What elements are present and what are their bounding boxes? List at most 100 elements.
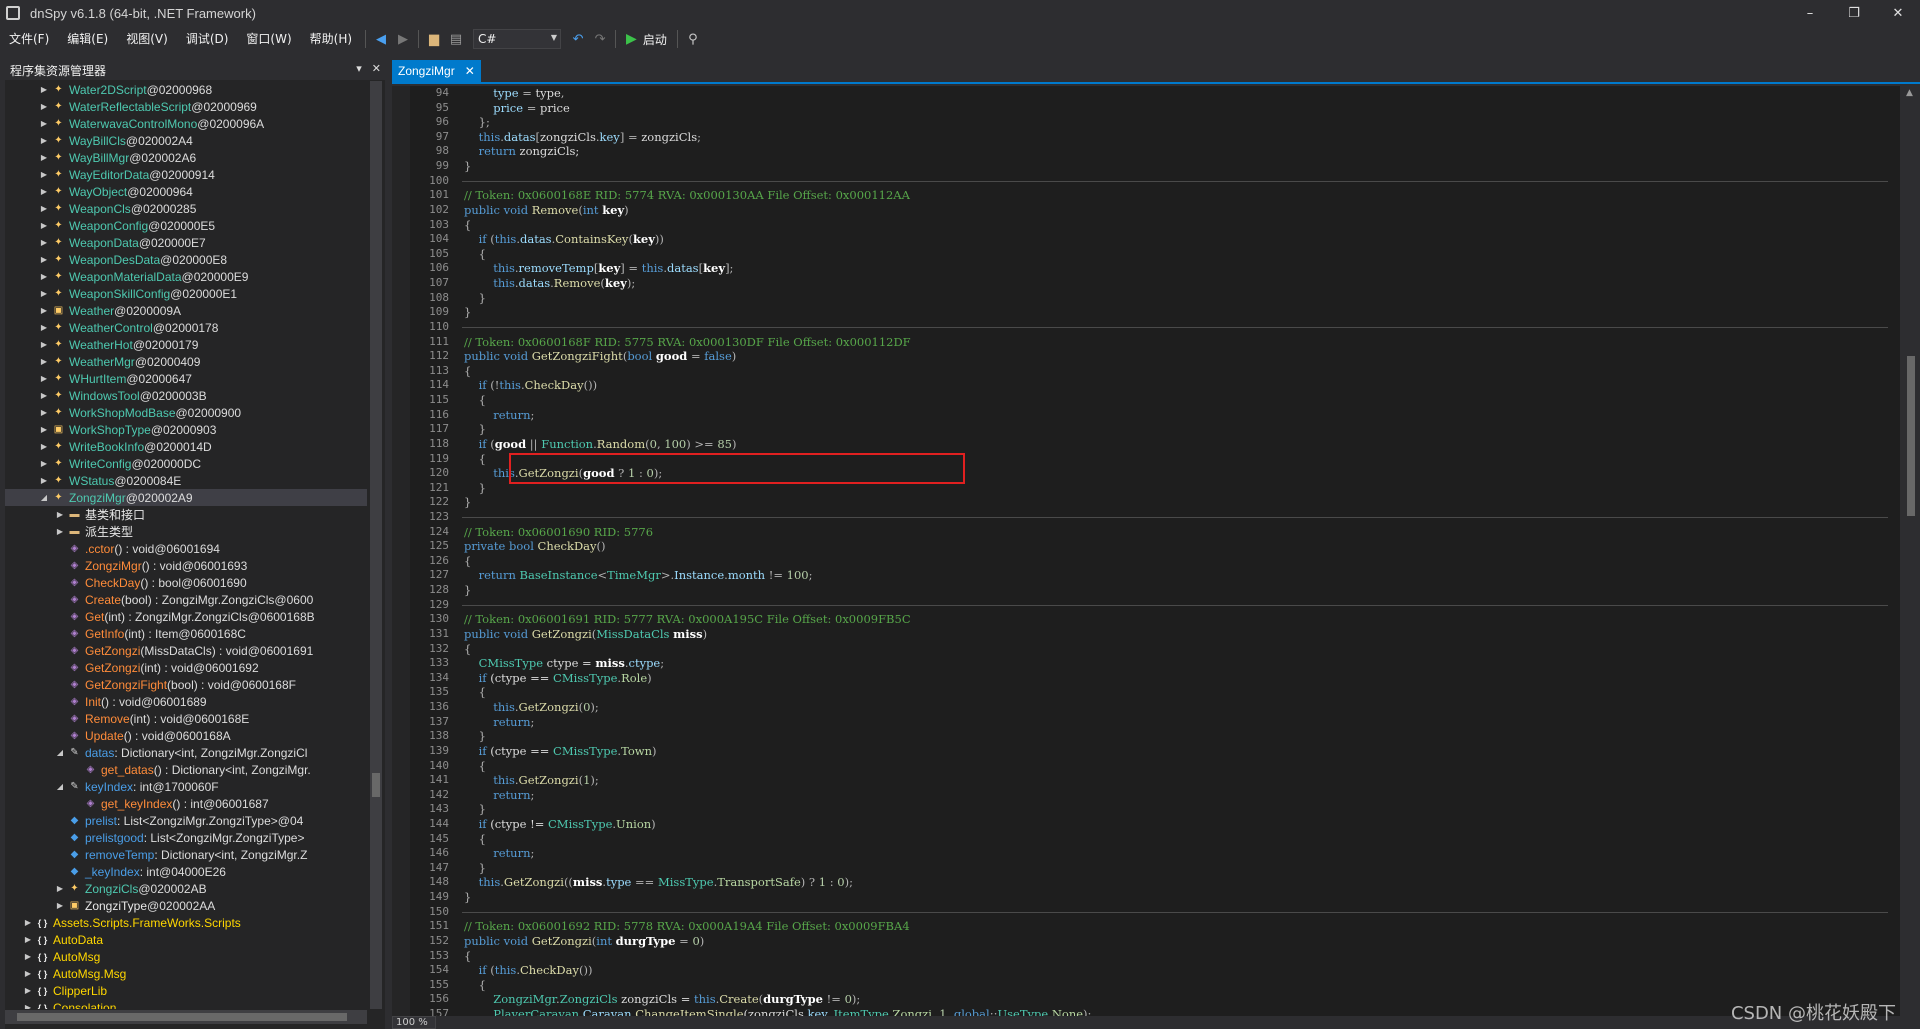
tree-item[interactable]: ◈ ZongziMgr() : void @06001693: [5, 557, 367, 574]
tree-item[interactable]: ▶ ✦ WeaponSkillConfig @020000E1: [5, 285, 367, 302]
tree-item[interactable]: ▶ ✦ WayBillMgr @020002A6: [5, 149, 367, 166]
code-line[interactable]: public void GetZongziFight(bool good = f…: [464, 349, 736, 363]
code-line[interactable]: // Token: 0x0600168F RID: 5775 RVA: 0x00…: [464, 335, 911, 349]
code-line[interactable]: // Token: 0x06001690 RID: 5776: [464, 525, 653, 539]
code-line[interactable]: // Token: 0x0600168E RID: 5774 RVA: 0x00…: [464, 188, 910, 202]
code-line[interactable]: }: [464, 802, 486, 816]
code-line[interactable]: type = type,: [464, 86, 564, 100]
tree-item[interactable]: ▶ { } AutoMsg: [5, 948, 367, 965]
panel-close-icon[interactable]: ✕: [372, 62, 381, 75]
code-line[interactable]: }: [464, 159, 471, 173]
code-line[interactable]: CMissType ctype = miss.ctype;: [464, 656, 665, 670]
code-line[interactable]: this.datas.Remove(key);: [464, 276, 635, 290]
close-icon[interactable]: ✕: [465, 64, 475, 78]
code-line[interactable]: price = price: [464, 101, 570, 115]
expand-arrow-icon[interactable]: ▶: [39, 170, 49, 179]
tree-item[interactable]: ▶ ✦ WeaponMaterialData @020000E9: [5, 268, 367, 285]
code-line[interactable]: return;: [464, 846, 534, 860]
expand-arrow-icon[interactable]: ◢: [55, 782, 65, 791]
menu-window[interactable]: 窗口(W): [237, 26, 300, 52]
tree-item[interactable]: ▶ ▬ 基类和接口: [5, 506, 367, 523]
decompiled-code[interactable]: type = type, price = price }; this.datas…: [462, 86, 1888, 1016]
expand-arrow-icon[interactable]: ▶: [39, 408, 49, 417]
tree-item[interactable]: ◈ Remove (int) : void @0600168E: [5, 710, 367, 727]
expand-arrow-icon[interactable]: ▶: [39, 442, 49, 451]
code-line[interactable]: if (this.CheckDay()): [464, 963, 593, 977]
tree-item[interactable]: ▶ ▣ WorkShopType @02000903: [5, 421, 367, 438]
expand-arrow-icon[interactable]: ▶: [39, 272, 49, 281]
expand-arrow-icon[interactable]: ▶: [39, 459, 49, 468]
code-line[interactable]: this.GetZongzi(0);: [464, 700, 599, 714]
tree-item[interactable]: ◈ Create (bool) : ZongziMgr.ZongziCls @060…: [5, 591, 367, 608]
code-line[interactable]: if (this.datas.ContainsKey(key)): [464, 232, 664, 246]
menu-help[interactable]: 帮助(H): [301, 26, 361, 52]
expand-arrow-icon[interactable]: ▶: [39, 187, 49, 196]
tree-item[interactable]: ▶ { } Consolation: [5, 999, 367, 1010]
tree-vertical-scrollbar[interactable]: [370, 81, 382, 1009]
tree-item[interactable]: ▶ ✦ WeaponDesData @020000E8: [5, 251, 367, 268]
code-line[interactable]: };: [464, 115, 490, 129]
expand-arrow-icon[interactable]: ▶: [39, 136, 49, 145]
tree-item[interactable]: ◈ Update() : void @0600168A: [5, 727, 367, 744]
code-line[interactable]: private bool CheckDay(): [464, 539, 606, 553]
expand-arrow-icon[interactable]: ▶: [39, 425, 49, 434]
tree-item[interactable]: ◈ get_datas() : Dictionary<int, ZongziMgr…: [5, 761, 367, 778]
code-line[interactable]: public void GetZongzi(MissDataCls miss): [464, 627, 707, 641]
code-line[interactable]: public void Remove(int key): [464, 203, 629, 217]
expand-arrow-icon[interactable]: ▶: [39, 238, 49, 247]
code-line[interactable]: this.removeTemp[key] = this.datas[key];: [464, 261, 733, 275]
code-line[interactable]: }: [464, 583, 471, 597]
redo-icon[interactable]: ↷: [589, 28, 611, 50]
editor-vertical-scrollbar[interactable]: ▲: [1902, 86, 1920, 1016]
expand-arrow-icon[interactable]: ▶: [39, 102, 49, 111]
tree-item[interactable]: ◈ GetZongzi (int) : void @06001692: [5, 659, 367, 676]
expand-arrow-icon[interactable]: ▶: [39, 476, 49, 485]
code-line[interactable]: {: [464, 364, 471, 378]
expand-arrow-icon[interactable]: ▶: [39, 323, 49, 332]
code-line[interactable]: // Token: 0x06001691 RID: 5777 RVA: 0x00…: [464, 612, 911, 626]
open-list-icon[interactable]: ▤: [445, 28, 467, 50]
code-line[interactable]: {: [464, 759, 486, 773]
code-line[interactable]: {: [464, 393, 486, 407]
code-line[interactable]: this.GetZongzi((miss.type == MissType.Tr…: [464, 875, 853, 889]
expand-arrow-icon[interactable]: ▶: [39, 153, 49, 162]
code-line[interactable]: }: [464, 890, 471, 904]
code-line[interactable]: {: [464, 949, 471, 963]
code-line[interactable]: if (ctype != CMissType.Union): [464, 817, 656, 831]
expand-arrow-icon[interactable]: ◢: [39, 493, 49, 502]
code-line[interactable]: if (good || Function.Random(0, 100) >= 8…: [464, 437, 737, 451]
tree-item[interactable]: ▶ ✦ WHurtItem @02000647: [5, 370, 367, 387]
tree-item[interactable]: ◆ _keyIndex : int @04000E26: [5, 863, 367, 880]
tree-item[interactable]: ▶ ▣ Weather @0200009A: [5, 302, 367, 319]
expand-arrow-icon[interactable]: ▶: [39, 357, 49, 366]
tree-item[interactable]: ▶ ✦ WeatherControl @02000178: [5, 319, 367, 336]
expand-arrow-icon[interactable]: ▶: [23, 986, 33, 995]
restore-icon[interactable]: ❐: [1832, 0, 1876, 26]
tree-item[interactable]: ▶ ✦ WeaponCls @02000285: [5, 200, 367, 217]
tree-item[interactable]: ▶ ✦ WeaponConfig @020000E5: [5, 217, 367, 234]
tree-item[interactable]: ◢ ✦ ZongziMgr @020002A9: [5, 489, 367, 506]
tree-item[interactable]: ◢ ✎ datas : Dictionary<int, ZongziMgr.Zong…: [5, 744, 367, 761]
scroll-up-icon[interactable]: ▲: [1906, 88, 1913, 98]
code-line[interactable]: }: [464, 729, 486, 743]
tree-item[interactable]: ▶ ✦ WStatus @0200084E: [5, 472, 367, 489]
undo-icon[interactable]: ↶: [567, 28, 589, 50]
code-line[interactable]: return;: [464, 715, 534, 729]
code-line[interactable]: {: [464, 218, 471, 232]
code-line[interactable]: return;: [464, 788, 534, 802]
code-line[interactable]: {: [464, 247, 486, 261]
tree-horizontal-scroll-thumb[interactable]: [17, 1013, 347, 1021]
code-line[interactable]: return;: [464, 408, 534, 422]
code-line[interactable]: {: [464, 832, 486, 846]
expand-arrow-icon[interactable]: ▶: [39, 255, 49, 264]
tree-item[interactable]: ◈ GetInfo (int) : Item @0600168C: [5, 625, 367, 642]
expand-arrow-icon[interactable]: ▶: [39, 204, 49, 213]
tree-item[interactable]: ▶ ✦ WeaponData @020000E7: [5, 234, 367, 251]
expand-arrow-icon[interactable]: ▶: [39, 374, 49, 383]
start-button[interactable]: ▶ 启动: [620, 31, 673, 48]
expand-arrow-icon[interactable]: ▶: [39, 306, 49, 315]
tree-item[interactable]: ▶ ✦ WeatherHot @02000179: [5, 336, 367, 353]
code-line[interactable]: {: [464, 978, 486, 992]
tree-item[interactable]: ▶ ✦ WayBillCls @020002A4: [5, 132, 367, 149]
tree-item[interactable]: ◆ removeTemp : Dictionary<int, ZongziMgr.…: [5, 846, 367, 863]
